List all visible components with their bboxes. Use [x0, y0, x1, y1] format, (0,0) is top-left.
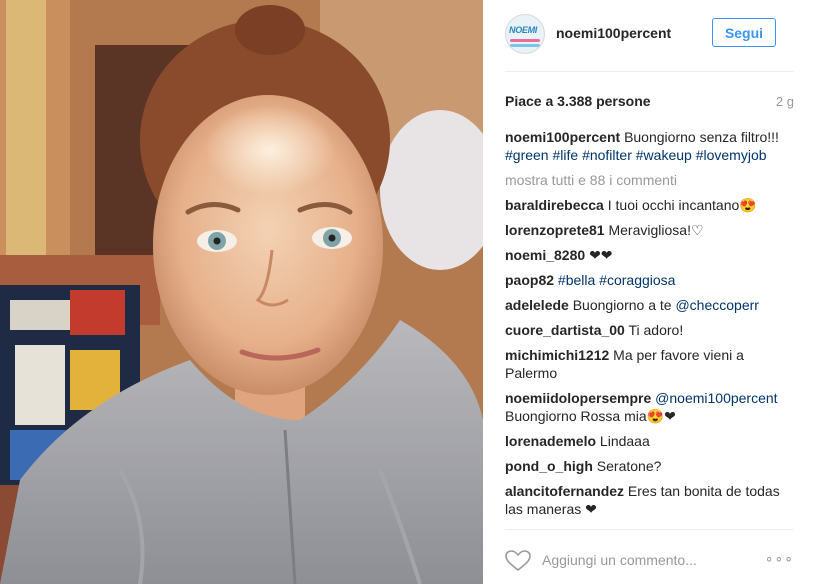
footer-divider — [505, 529, 794, 530]
avatar-stripe — [510, 39, 540, 42]
comment: adelelede Buongiorno a te @checcoperr — [505, 296, 794, 314]
mention-link[interactable]: @noemi100percent — [655, 390, 777, 406]
comments-list: noemi100percent Buongiorno senza filtro!… — [505, 128, 794, 525]
follow-button[interactable]: Segui — [712, 18, 776, 47]
comment-username[interactable]: lorenademelo — [505, 433, 596, 449]
caption-text: Buongiorno senza filtro!!! — [624, 129, 779, 145]
comment: noemiidolopersempre @noemi100percent Buo… — [505, 389, 794, 425]
comment: lorenademelo Lindaaa — [505, 432, 794, 450]
comment-text: Seratone? — [596, 458, 662, 474]
post-side-panel: NOEMI noemi100percent Segui Piace a 3.38… — [483, 0, 813, 584]
comment-username[interactable]: pond_o_high — [505, 458, 593, 474]
caption-username[interactable]: noemi100percent — [505, 129, 620, 145]
comment-username[interactable]: cuore_dartista_00 — [505, 322, 625, 338]
hashtag-link[interactable]: #coraggiosa — [599, 272, 675, 288]
comment-text: Buongiorno Rossa mia😍❤ — [505, 408, 676, 424]
comment-text: Ti adoro! — [628, 322, 684, 338]
post-username[interactable]: noemi100percent — [556, 25, 671, 41]
comment-username[interactable]: alancitofernandez — [505, 483, 624, 499]
comment-username[interactable]: paop82 — [505, 272, 554, 288]
comment-footer: Aggiungi un commento... ∘∘∘ — [505, 540, 794, 580]
hashtag-link[interactable]: #green — [505, 147, 549, 163]
hashtag-link[interactable]: #wakeup — [636, 147, 692, 163]
comment-text: Lindaaa — [599, 433, 650, 449]
comment-text: Buongiorno a te — [572, 297, 672, 313]
comment-text: I tuoi occhi incantano😍 — [607, 197, 757, 213]
comment-username[interactable]: noemiidolopersempre — [505, 390, 651, 406]
comment: pond_o_high Seratone? — [505, 457, 794, 475]
comment: noemi_8280 ❤❤ — [505, 246, 794, 264]
comment: lorenzoprete81 Meravigliosa!♡ — [505, 221, 794, 239]
comment-username[interactable]: lorenzoprete81 — [505, 222, 605, 238]
comment-text: Meravigliosa!♡ — [608, 222, 704, 238]
more-options-icon[interactable]: ∘∘∘ — [765, 550, 794, 567]
show-all-comments-link[interactable]: mostra tutti e 88 i commenti — [505, 171, 794, 189]
avatar-logo-text: NOEMI — [509, 25, 538, 35]
comment-username[interactable]: adelelede — [505, 297, 569, 313]
post-header: NOEMI noemi100percent Segui — [505, 8, 794, 60]
caption: noemi100percent Buongiorno senza filtro!… — [505, 128, 794, 164]
likes-count[interactable]: Piace a 3.388 persone — [505, 93, 651, 109]
hashtag-link[interactable]: #life — [552, 147, 578, 163]
selfie-illustration — [0, 0, 483, 584]
add-comment-input[interactable]: Aggiungi un commento... — [542, 552, 697, 568]
heart-icon[interactable] — [505, 550, 531, 572]
mention-link[interactable]: @checcoperr — [675, 297, 758, 313]
comment: baraldirebecca I tuoi occhi incantano😍 — [505, 196, 794, 214]
comment: paop82 #bella #coraggiosa — [505, 271, 794, 289]
hashtag-link[interactable]: #bella — [558, 272, 595, 288]
comment-username[interactable]: noemi_8280 — [505, 247, 585, 263]
comment: cuore_dartista_00 Ti adoro! — [505, 321, 794, 339]
comment-text: ❤❤ — [589, 247, 613, 263]
comment: alancitofernandez Eres tan bonita de tod… — [505, 482, 794, 518]
hashtag-link[interactable]: #lovemyjob — [696, 147, 767, 163]
instagram-post: NOEMI noemi100percent Segui Piace a 3.38… — [0, 0, 813, 584]
comment: michimichi1212 Ma per favore vieni a Pal… — [505, 346, 794, 382]
hashtag-link[interactable]: #nofilter — [582, 147, 632, 163]
comment-username[interactable]: michimichi1212 — [505, 347, 609, 363]
comment-username[interactable]: baraldirebecca — [505, 197, 604, 213]
post-timestamp[interactable]: 2 g — [776, 94, 794, 109]
avatar[interactable]: NOEMI — [505, 14, 545, 54]
post-photo[interactable] — [0, 0, 483, 584]
avatar-stripe — [510, 44, 540, 47]
header-divider — [505, 71, 794, 72]
